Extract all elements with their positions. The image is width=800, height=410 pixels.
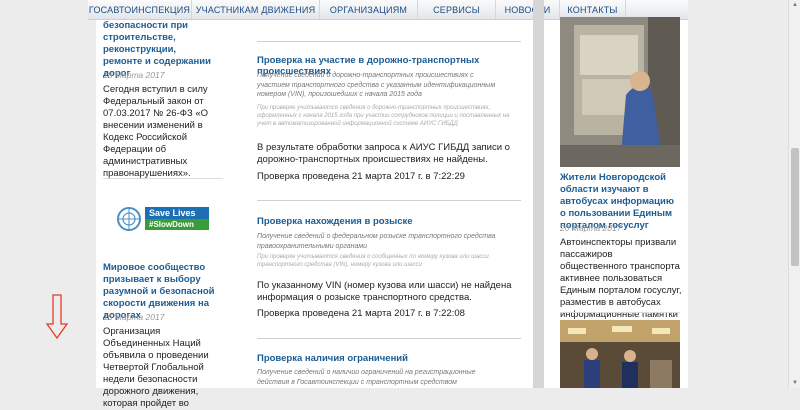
scroll-down-icon[interactable]: ▼ bbox=[791, 380, 799, 386]
news-date: 20 Марта 2017 bbox=[560, 223, 622, 233]
check-description: Получение сведений о дорожно-транспортны… bbox=[257, 72, 496, 98]
banner-text-slowdown: #SlowDown bbox=[145, 219, 209, 230]
check-timestamp: Проверка проведена 21 марта 2017 г. в 7:… bbox=[257, 171, 465, 182]
nav-gosavtoinspekciya[interactable]: ГОСАВТОИНСПЕКЦИЯ bbox=[88, 0, 192, 19]
news-date: 16 Марта 2017 bbox=[103, 312, 165, 322]
check-note: При проверке учитываются сведения о сооб… bbox=[257, 254, 489, 268]
nav-servisy[interactable]: СЕРВИСЫ bbox=[418, 0, 496, 19]
check-title-ogranicheniya[interactable]: Проверка наличия ограничений bbox=[257, 353, 408, 364]
section-divider bbox=[257, 41, 521, 42]
page-scrollbar[interactable]: ▲ ▼ bbox=[788, 0, 800, 388]
check-timestamp: Проверка проведена 21 марта 2017 г. в 7:… bbox=[257, 308, 465, 319]
separator bbox=[560, 312, 680, 313]
section-divider bbox=[257, 200, 521, 201]
news-text: Организация Объединенных Наций объявила … bbox=[103, 326, 209, 409]
scrollbar-thumb[interactable] bbox=[791, 148, 799, 266]
banner-text-save-lives: Save Lives bbox=[145, 207, 209, 219]
nav-organizaciyam[interactable]: ОРГАНИЗАЦИЯМ bbox=[320, 0, 418, 19]
check-result: По указанному VIN (номер кузова или шасс… bbox=[257, 280, 512, 303]
news-text: Сегодня вступил в силу Федеральный закон… bbox=[103, 84, 209, 179]
news-text: Автоинспекторы призвали пассажиров общес… bbox=[560, 237, 682, 320]
news-date: 18 Марта 2017 bbox=[103, 70, 165, 80]
column-divider bbox=[533, 0, 544, 388]
news-photo-workshop[interactable] bbox=[560, 320, 680, 388]
separator bbox=[103, 178, 223, 179]
section-divider bbox=[257, 338, 521, 339]
nav-uchastnikam-dvizheniya[interactable]: УЧАСТНИКАМ ДВИЖЕНИЯ bbox=[192, 0, 320, 19]
save-lives-banner[interactable]: Save Lives #SlowDown bbox=[103, 195, 221, 243]
news-photo-bus[interactable] bbox=[560, 17, 680, 167]
check-result: В результате обработки запроса к АИУС ГИ… bbox=[257, 142, 510, 165]
check-note: При проверке учитываются сведения о доро… bbox=[257, 105, 510, 127]
scroll-up-icon[interactable]: ▲ bbox=[791, 2, 799, 8]
check-description: Получение сведений о наличии ограничений… bbox=[257, 369, 476, 386]
down-arrow-icon bbox=[45, 294, 69, 340]
check-description: Получение сведений о федеральном розыске… bbox=[257, 233, 496, 250]
nav-novosti[interactable]: НОВОСТИ bbox=[496, 0, 560, 19]
check-title-rozysk[interactable]: Проверка нахождения в розыске bbox=[257, 216, 413, 227]
